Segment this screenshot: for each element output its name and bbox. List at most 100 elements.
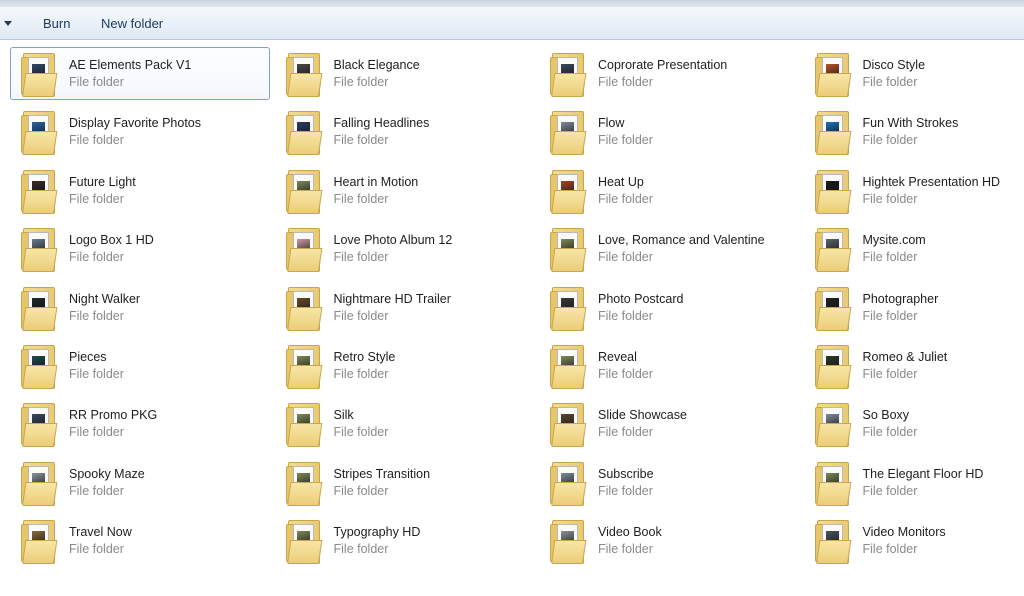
folder-item[interactable]: Fun With Strokes File folder xyxy=(804,105,1024,158)
chevron-down-icon[interactable] xyxy=(4,21,12,26)
folder-item[interactable]: Night Walker File folder xyxy=(10,281,270,334)
folder-name: Photographer xyxy=(862,291,939,306)
folder-item[interactable]: Stripes Transition File folder xyxy=(275,456,535,509)
folder-name: Subscribe xyxy=(598,466,654,481)
folder-icon xyxy=(284,168,324,216)
folder-name: Night Walker xyxy=(69,291,141,306)
folder-item[interactable]: Coprorate Presentation File folder xyxy=(539,47,799,100)
burn-button[interactable]: Burn xyxy=(41,15,72,33)
folder-item[interactable]: Heart in Motion File folder xyxy=(275,164,535,217)
folder-name: RR Promo PKG xyxy=(69,408,158,423)
folder-name: Future Light xyxy=(69,174,136,189)
folder-type: File folder xyxy=(598,191,653,206)
folder-icon xyxy=(813,518,853,566)
folder-icon xyxy=(813,401,853,449)
folder-type: File folder xyxy=(333,308,389,323)
folder-name: Slide Showcase xyxy=(598,408,687,423)
folder-icon xyxy=(19,51,59,99)
folder-icon xyxy=(284,109,324,157)
folder-item[interactable]: Slide Showcase File folder xyxy=(539,397,799,450)
folder-name: Heat Up xyxy=(598,174,644,189)
folder-item[interactable]: Future Light File folder xyxy=(10,164,270,217)
folder-type: File folder xyxy=(69,542,124,557)
folder-name: Mysite.com xyxy=(862,233,926,248)
folder-item[interactable]: Subscribe File folder xyxy=(539,456,799,509)
folder-item[interactable]: Silk File folder xyxy=(275,397,535,450)
folder-icon xyxy=(548,518,588,566)
folder-type: File folder xyxy=(598,75,653,89)
folder-icon xyxy=(813,343,853,391)
folder-icon xyxy=(19,460,59,508)
folder-icon xyxy=(813,168,853,216)
folder-icon xyxy=(19,343,59,391)
folder-item[interactable]: Falling Headlines File folder xyxy=(275,105,535,158)
folder-item[interactable]: Romeo & Juliet File folder xyxy=(804,339,1024,392)
folder-name: Photo Postcard xyxy=(598,291,684,306)
folder-item[interactable]: Love Photo Album 12 File folder xyxy=(275,222,535,275)
folder-item[interactable]: Pieces File folder xyxy=(10,339,270,392)
folder-type: File folder xyxy=(862,75,918,89)
folder-type: File folder xyxy=(69,308,124,323)
folder-item[interactable]: Logo Box 1 HD File folder xyxy=(10,222,270,275)
folder-item[interactable]: The Elegant Floor HD File folder xyxy=(804,456,1024,509)
folder-item[interactable]: Typography HD File folder xyxy=(275,514,535,567)
folder-icon xyxy=(19,401,59,449)
folder-icon xyxy=(284,401,324,449)
folder-icon xyxy=(284,460,324,508)
folder-item[interactable]: AE Elements Pack V1 File folder xyxy=(10,47,270,100)
folder-icon xyxy=(19,226,59,274)
folder-item[interactable]: Photographer File folder xyxy=(804,281,1024,334)
folder-icon xyxy=(548,285,588,333)
folder-name: Logo Box 1 HD xyxy=(69,233,154,248)
new-folder-button[interactable]: New folder xyxy=(99,15,165,33)
folder-icon xyxy=(548,343,588,391)
folder-item[interactable]: Video Monitors File folder xyxy=(804,514,1024,567)
folder-type: File folder xyxy=(598,542,653,557)
folder-item[interactable]: Mysite.com File folder xyxy=(804,222,1024,275)
folder-icon xyxy=(284,343,324,391)
folder-icon xyxy=(813,51,853,99)
folder-icon xyxy=(548,460,588,508)
folder-item[interactable]: Black Elegance File folder xyxy=(275,47,535,100)
folder-name: Display Favorite Photos xyxy=(69,116,202,131)
folder-type: File folder xyxy=(333,483,389,498)
folder-item[interactable]: Nightmare HD Trailer File folder xyxy=(275,281,535,334)
folder-name: Fun With Strokes xyxy=(862,116,959,131)
folder-type: File folder xyxy=(69,483,124,498)
folder-item[interactable]: Love, Romance and Valentine File folder xyxy=(539,222,799,275)
folder-icon xyxy=(284,518,324,566)
folder-item[interactable]: Travel Now File folder xyxy=(10,514,270,567)
folder-item[interactable]: Reveal File folder xyxy=(539,339,799,392)
folder-item[interactable]: Flow File folder xyxy=(539,105,799,158)
folder-type: File folder xyxy=(69,366,124,381)
folder-item[interactable]: RR Promo PKG File folder xyxy=(10,397,270,450)
folder-name: Pieces xyxy=(69,349,107,364)
folder-item[interactable]: Retro Style File folder xyxy=(275,339,535,392)
folder-icon xyxy=(813,285,853,333)
folder-item[interactable]: So Boxy File folder xyxy=(804,397,1024,450)
folder-icon xyxy=(548,401,588,449)
folder-name: Coprorate Presentation xyxy=(598,58,728,72)
folder-type: File folder xyxy=(69,191,124,206)
folder-type: File folder xyxy=(69,75,124,89)
folder-icon xyxy=(813,460,853,508)
folder-name: Falling Headlines xyxy=(333,116,430,131)
folder-item[interactable]: Disco Style File folder xyxy=(804,47,1024,100)
folder-type: File folder xyxy=(862,483,918,498)
folder-item[interactable]: Photo Postcard File folder xyxy=(539,281,799,334)
folder-name: Retro Style xyxy=(333,349,396,364)
folder-type: File folder xyxy=(333,133,389,148)
folder-item[interactable]: Heat Up File folder xyxy=(539,164,799,217)
folder-type: File folder xyxy=(598,308,653,323)
folder-type: File folder xyxy=(862,191,918,206)
folder-icon xyxy=(548,168,588,216)
folder-type: File folder xyxy=(862,542,918,557)
folder-item[interactable]: Hightek Presentation HD File folder xyxy=(804,164,1024,217)
folder-grid: AE Elements Pack V1 File folder Black Eleg… xyxy=(10,47,1024,573)
folder-type: File folder xyxy=(69,250,124,265)
folder-name: Love Photo Album 12 xyxy=(333,233,453,248)
folder-item[interactable]: Video Book File folder xyxy=(539,514,799,567)
folder-item[interactable]: Display Favorite Photos File folder xyxy=(10,105,270,158)
folder-item[interactable]: Spooky Maze File folder xyxy=(10,456,270,509)
folder-type: File folder xyxy=(862,366,918,381)
